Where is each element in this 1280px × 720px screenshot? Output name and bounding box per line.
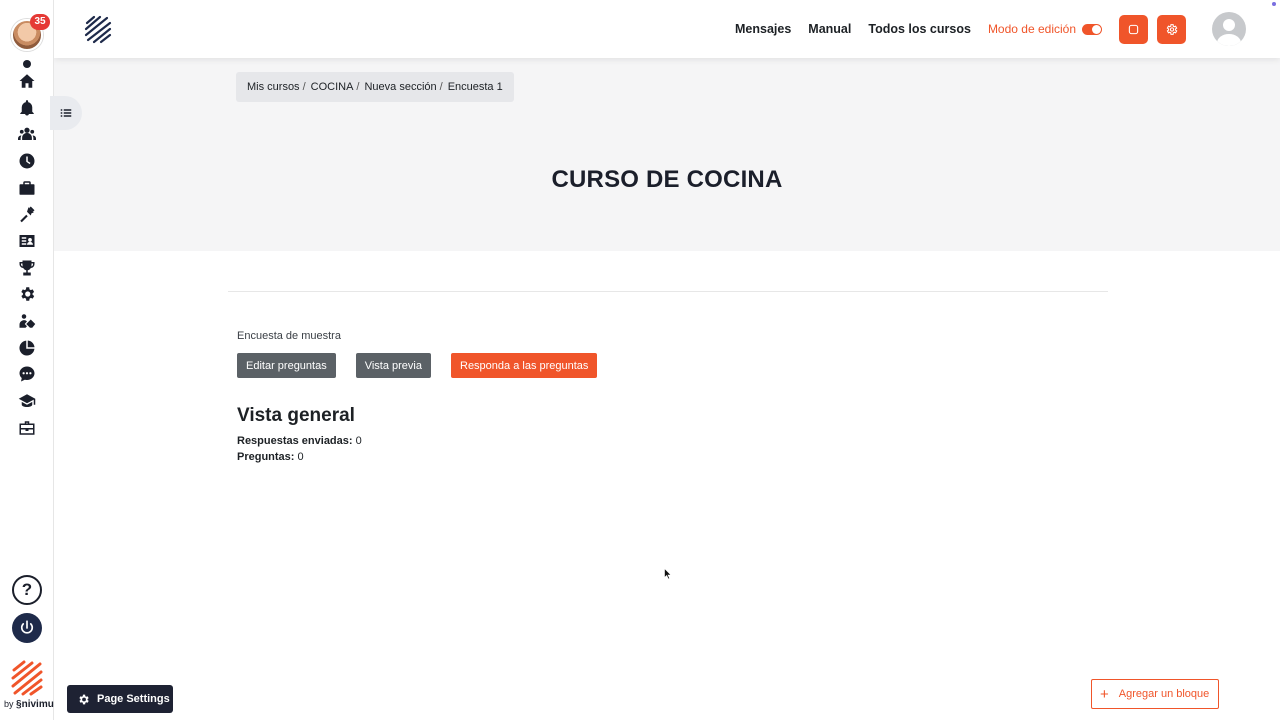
nav-link-todos-los-cursos[interactable]: Todos los cursos	[868, 22, 971, 36]
survey-intro: Encuesta de muestra	[237, 330, 341, 342]
settings-button[interactable]	[1157, 14, 1186, 44]
edit-mode-label: Modo de edición	[987, 22, 1076, 36]
page-settings-button[interactable]: Page Settings	[67, 685, 173, 713]
nivimu-logo-icon	[11, 660, 43, 696]
breadcrumb: Mis cursos / COCINA / Nueva sección / Encue…	[236, 72, 514, 102]
breadcrumb-item-mis-cursos[interactable]: Mis cursos	[247, 81, 300, 93]
blocks-drawer-button[interactable]	[1119, 14, 1148, 44]
users-icon[interactable]	[17, 124, 37, 144]
graduation-cap-icon[interactable]	[17, 391, 37, 411]
chat-icon[interactable]	[17, 364, 37, 384]
gear-icon[interactable]	[17, 284, 37, 304]
breadcrumb-item-encuesta[interactable]: Encuesta 1	[448, 81, 503, 93]
trophy-icon[interactable]	[17, 258, 37, 278]
page-header: Mis cursos / COCINA / Nueva sección / Encue…	[54, 58, 1280, 251]
top-navbar: Mensajes Manual Todos los cursos Modo de…	[54, 0, 1280, 58]
briefcase-icon[interactable]	[17, 178, 37, 198]
plus-icon: +	[1100, 685, 1109, 703]
respond-questions-button[interactable]: Responda a las preguntas	[451, 353, 598, 378]
add-block-button[interactable]: + Agregar un bloque	[1091, 679, 1219, 709]
indicator-dot-icon	[1272, 2, 1276, 6]
pie-chart-icon[interactable]	[17, 338, 37, 358]
overview-title: Vista general	[237, 405, 355, 426]
nav-link-mensajes[interactable]: Mensajes	[735, 22, 791, 36]
breadcrumb-item-cocina[interactable]: COCINA	[311, 81, 354, 93]
edit-mode-toggle[interactable]	[1082, 23, 1102, 35]
list-icon	[60, 109, 72, 117]
preview-button[interactable]: Vista previa	[355, 353, 431, 378]
id-card-icon[interactable]	[17, 231, 37, 251]
tools-icon[interactable]	[17, 204, 37, 224]
power-icon	[20, 620, 34, 634]
help-button[interactable]: ?	[12, 575, 42, 605]
breadcrumb-item-nueva-seccion[interactable]: Nueva sección	[364, 81, 436, 93]
square-icon	[1128, 24, 1139, 34]
bell-icon[interactable]	[17, 98, 37, 118]
home-icon[interactable]	[17, 71, 37, 91]
edit-questions-button[interactable]: Editar preguntas	[237, 353, 336, 378]
left-rail: 35 ? by §nivimu	[0, 0, 54, 720]
mouse-cursor-icon	[664, 568, 672, 580]
handshake-icon[interactable]	[17, 311, 37, 331]
status-dot-icon	[23, 60, 31, 68]
questions-value: 0	[297, 451, 304, 463]
toolbox-icon[interactable]	[17, 418, 37, 438]
logout-button[interactable]	[12, 613, 42, 643]
page-settings-label: Page Settings	[97, 693, 170, 705]
gear-icon	[1166, 23, 1178, 35]
by-nivimu-label: by §nivimu	[4, 699, 54, 710]
gear-icon	[79, 694, 89, 704]
responses-stat: Respuestas enviadas: 0	[237, 435, 362, 447]
user-menu-avatar[interactable]	[1212, 12, 1246, 46]
divider	[228, 291, 1108, 292]
questions-label: Preguntas:	[237, 451, 295, 463]
responses-label: Respuestas enviadas:	[237, 435, 353, 447]
clock-icon[interactable]	[17, 151, 37, 171]
questions-stat: Preguntas: 0	[237, 451, 304, 463]
notification-badge: 35	[30, 14, 50, 30]
page-title: CURSO DE COCINA	[551, 166, 783, 193]
survey-actions: Editar preguntas Vista previa Responda a…	[237, 353, 617, 378]
nav-link-manual[interactable]: Manual	[808, 22, 851, 36]
responses-value: 0	[355, 435, 362, 447]
site-logo-icon[interactable]	[84, 15, 112, 45]
add-block-label: Agregar un bloque	[1118, 688, 1210, 700]
